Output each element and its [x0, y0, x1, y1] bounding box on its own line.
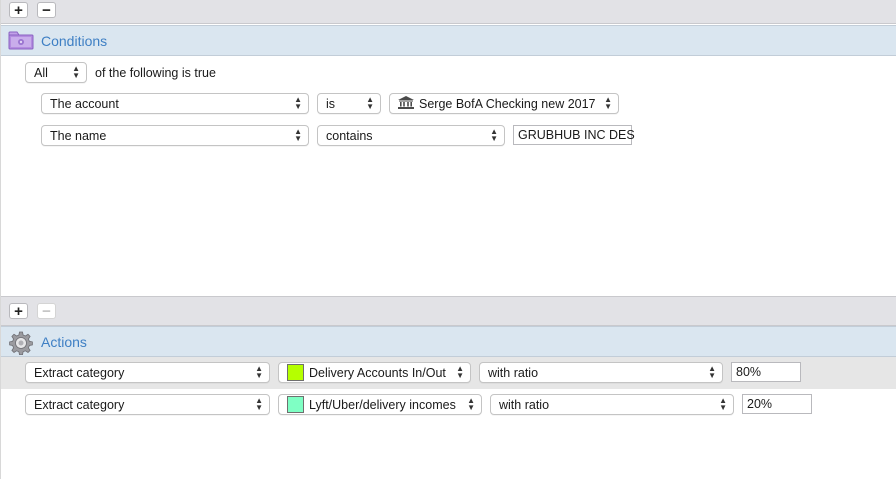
action-type-value: Extract category	[34, 365, 125, 380]
chevron-updown-icon: ▲ ▼	[255, 364, 263, 380]
category-value: Lyft/Uber/delivery incomes	[309, 397, 456, 412]
match-type-select[interactable]: All ▲ ▼	[25, 62, 87, 83]
ratio-input[interactable]: 20%	[742, 394, 812, 414]
action-type-select[interactable]: Extract category ▲ ▼	[25, 362, 270, 383]
category-select[interactable]: Lyft/Uber/delivery incomes ▲ ▼	[278, 394, 482, 415]
rule-operator-value: contains	[326, 128, 373, 143]
bank-icon	[398, 95, 414, 112]
chevron-updown-icon: ▲ ▼	[255, 396, 263, 412]
chevron-updown-icon: ▲ ▼	[456, 364, 464, 380]
actions-header: Actions	[0, 326, 896, 357]
chevron-updown-icon: ▲ ▼	[708, 364, 716, 380]
chevron-updown-icon: ▲ ▼	[366, 95, 374, 111]
action-row[interactable]: Extract category ▲ ▼ Delivery Accounts In…	[0, 357, 896, 389]
gear-icon	[9, 331, 33, 358]
action-type-value: Extract category	[34, 397, 125, 412]
rule-operator-select[interactable]: contains ▲ ▼	[317, 125, 505, 146]
rule-account-select[interactable]: Serge BofA Checking new 2017 ▲ ▼	[389, 93, 619, 114]
category-color-swatch	[287, 364, 304, 381]
mode-value: with ratio	[488, 365, 539, 380]
rule-field-value: The name	[50, 128, 107, 143]
actions-title: Actions	[41, 334, 87, 350]
conditions-header: Conditions	[0, 25, 896, 56]
ratio-input[interactable]: 80%	[731, 362, 801, 382]
remove-action-button[interactable]: −	[37, 303, 56, 319]
chevron-updown-icon: ▲ ▼	[72, 64, 80, 80]
add-condition-button[interactable]: +	[9, 2, 28, 18]
conditions-toolbar: + −	[0, 0, 896, 24]
chevron-updown-icon: ▲ ▼	[490, 127, 498, 143]
rule-operator-select[interactable]: is ▲ ▼	[317, 93, 381, 114]
rule-operator-value: is	[326, 96, 336, 111]
rule-value-input[interactable]: GRUBHUB INC DES	[513, 125, 635, 145]
mode-value: with ratio	[499, 397, 550, 412]
mode-select[interactable]: with ratio ▲ ▼	[490, 394, 734, 415]
action-type-select[interactable]: Extract category ▲ ▼	[25, 394, 270, 415]
action-row[interactable]: Extract category ▲ ▼ Lyft/Uber/delivery i…	[0, 389, 896, 421]
actions-toolbar: + −	[0, 296, 896, 326]
category-select[interactable]: Delivery Accounts In/Out ▲ ▼	[278, 362, 471, 383]
chevron-updown-icon: ▲ ▼	[294, 95, 302, 111]
window-left-border	[0, 0, 1, 479]
match-type-value: All	[34, 65, 48, 80]
chevron-updown-icon: ▲ ▼	[294, 127, 302, 143]
remove-condition-button[interactable]: −	[37, 2, 56, 18]
add-action-button[interactable]: +	[9, 303, 28, 319]
chevron-updown-icon: ▲ ▼	[719, 396, 727, 412]
chevron-updown-icon: ▲ ▼	[604, 95, 612, 111]
rule-field-value: The account	[50, 96, 119, 111]
rule-field-select[interactable]: The name ▲ ▼	[41, 125, 309, 146]
conditions-folder-icon	[8, 31, 34, 53]
rule-account-value: Serge BofA Checking new 2017	[419, 96, 596, 111]
category-color-swatch	[287, 396, 304, 413]
category-value: Delivery Accounts In/Out	[309, 365, 446, 380]
chevron-updown-icon: ▲ ▼	[467, 396, 475, 412]
match-suffix-label: of the following is true	[95, 66, 216, 80]
rule-field-select[interactable]: The account ▲ ▼	[41, 93, 309, 114]
mode-select[interactable]: with ratio ▲ ▼	[479, 362, 723, 383]
conditions-title: Conditions	[41, 33, 108, 49]
